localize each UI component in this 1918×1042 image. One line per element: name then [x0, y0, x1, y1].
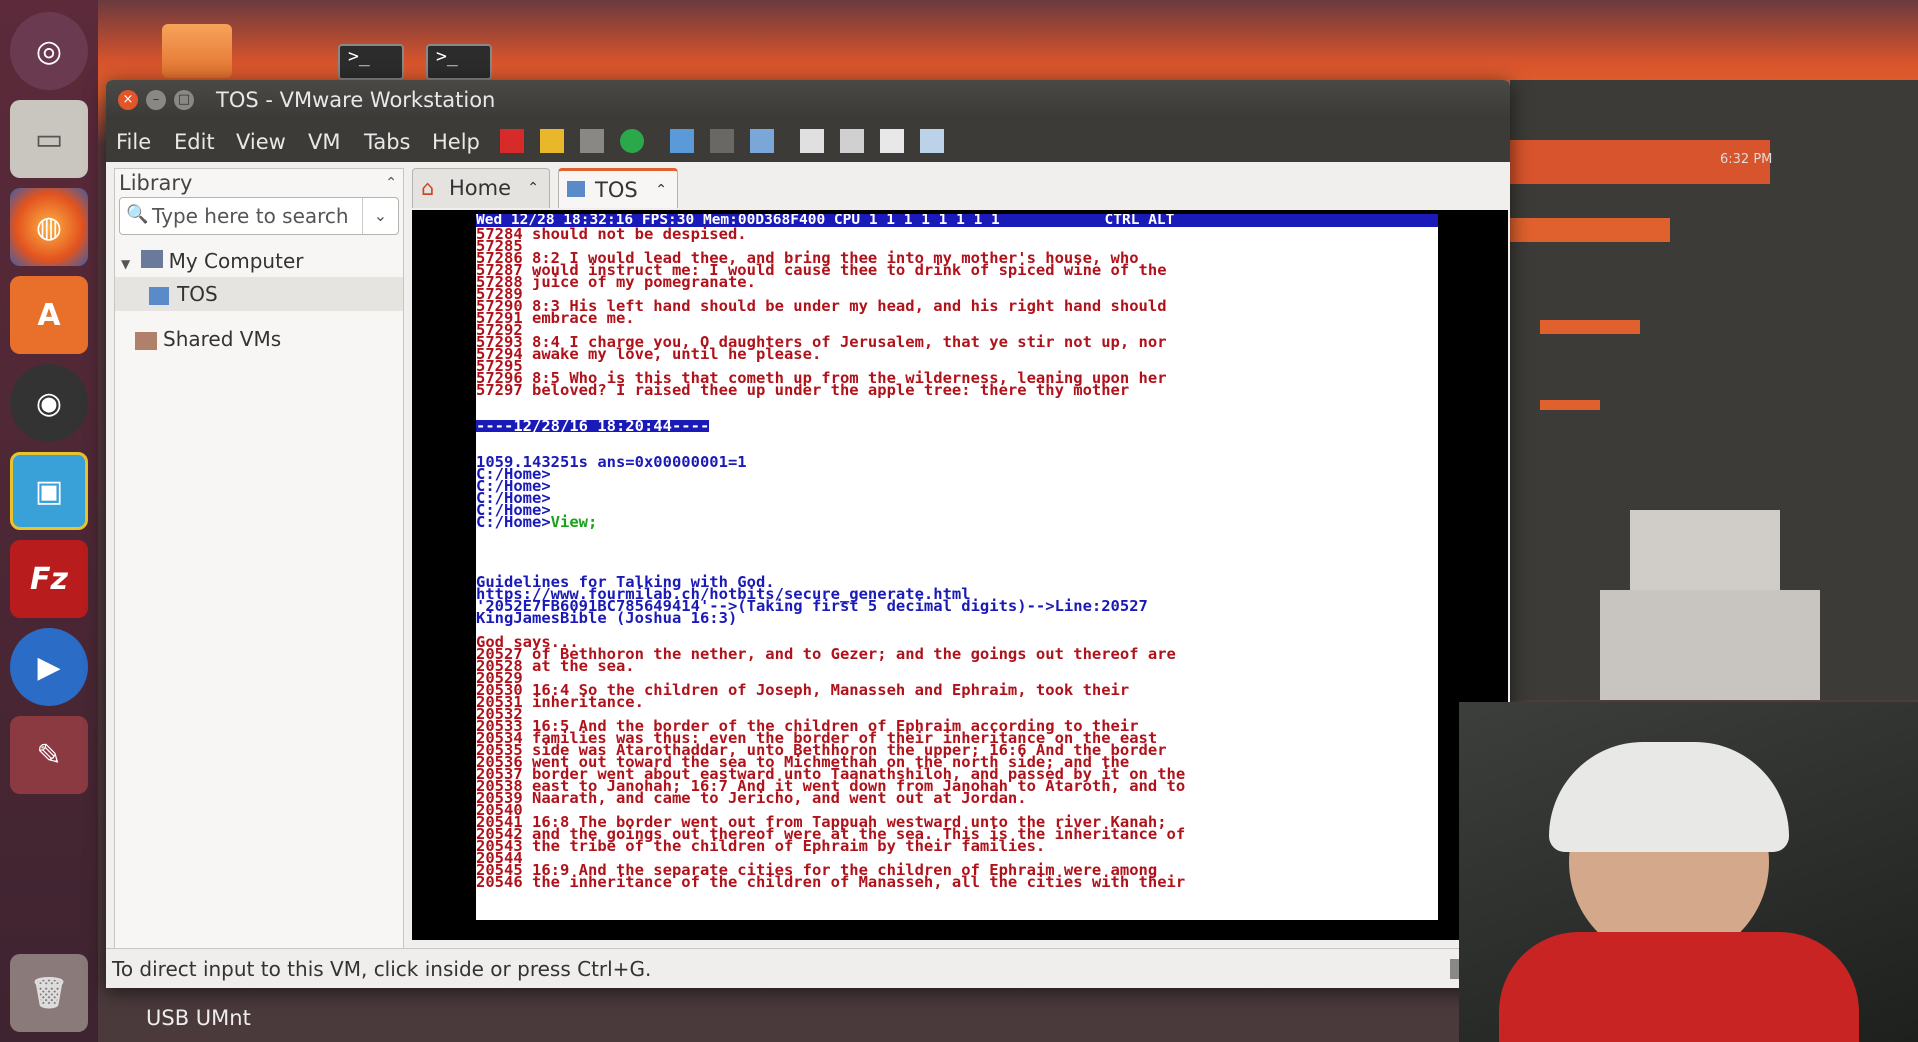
console-prompt: C:/Home>: [476, 513, 551, 531]
window-title: TOS - VMware Workstation: [216, 88, 496, 112]
desktop-label[interactable]: USB UMnt: [146, 1006, 251, 1030]
launcher: ◎ ▭ ◍ A ◉ ▣ Fz ▶ ✎ 🗑: [0, 0, 98, 1042]
console-guide-line: KingJamesBible (Joshua 16:3): [476, 609, 738, 627]
terminal-icon[interactable]: >_: [338, 44, 404, 80]
menu-view[interactable]: View: [236, 130, 286, 154]
chevron-down-icon[interactable]: ⌄: [362, 198, 398, 234]
tree-item-my-computer[interactable]: ▼ My Computer: [121, 249, 303, 273]
library-close-icon[interactable]: ⌃: [385, 175, 397, 191]
firefox-icon[interactable]: ◍: [10, 188, 88, 266]
webcam-feed: [1459, 702, 1918, 1042]
close-icon[interactable]: ×: [118, 90, 138, 110]
trash-icon[interactable]: 🗑: [10, 954, 88, 1032]
console-command: View;: [550, 513, 598, 531]
menu-tabs[interactable]: Tabs: [364, 130, 411, 154]
obs-icon[interactable]: ◉: [10, 364, 88, 442]
console-verse-line: 20546 the inheritance of the children of…: [476, 873, 1186, 891]
console-verse-line: 20543 the tribe of the children of Ephra…: [476, 837, 1046, 855]
terminal-icon[interactable]: >_: [426, 44, 492, 80]
vmware-icon[interactable]: ▣: [10, 452, 88, 530]
console-line: 57294 awake my love, until he please.: [476, 345, 822, 363]
guest-display[interactable]: Wed 12/28 18:32:16 FPS:30 Mem:00D368F400…: [412, 130, 1438, 920]
media-player-icon[interactable]: ▶: [10, 628, 88, 706]
library-search-input[interactable]: 🔍 Type here to search ⌄: [119, 197, 399, 235]
computer-icon: [140, 250, 163, 268]
menu-file[interactable]: File: [116, 130, 151, 154]
filezilla-icon[interactable]: Fz: [10, 540, 88, 618]
search-placeholder: Type here to search: [152, 204, 349, 228]
menu-edit[interactable]: Edit: [174, 130, 215, 154]
menu-vm[interactable]: VM: [308, 130, 340, 154]
expander-icon[interactable]: ▼: [121, 257, 130, 271]
minimize-icon[interactable]: –: [146, 90, 166, 110]
guest-console[interactable]: Wed 12/28 18:32:16 FPS:30 Mem:00D368F400…: [476, 214, 1438, 920]
text-editor-icon[interactable]: ✎: [10, 716, 88, 794]
console-separator: ----12/28/16 18:20:44----: [476, 417, 710, 435]
maximize-icon[interactable]: □: [174, 90, 194, 110]
titlebar[interactable]: × – □ TOS - VMware Workstation: [106, 80, 1510, 120]
status-bar: To direct input to this VM, click inside…: [106, 948, 1510, 988]
console-command-line: C:/Home>View;: [476, 513, 598, 531]
console-verse-line: 20539 Naarath, and came to Jericho, and …: [476, 789, 1027, 807]
console-line: 57297 beloved? I raised thee up under th…: [476, 381, 1130, 399]
search-icon: 🔍: [126, 204, 149, 225]
folder-icon[interactable]: [162, 24, 232, 78]
library-panel: Library ⌃ 🔍 Type here to search ⌄ ▼ My C…: [114, 168, 404, 966]
vm-icon: [149, 286, 169, 305]
tree-item-tos[interactable]: TOS: [115, 277, 403, 311]
ubuntu-icon[interactable]: ◎: [10, 12, 88, 90]
files-icon[interactable]: ▭: [10, 100, 88, 178]
shared-vms-icon: [135, 331, 157, 350]
tree-item-shared-vms[interactable]: Shared VMs: [135, 327, 281, 351]
status-text: To direct input to this VM, click inside…: [112, 957, 652, 981]
mirror-display: 6:32 PM: [1510, 80, 1918, 700]
panel-clock: 6:32 PM: [1720, 152, 1773, 167]
library-title: Library: [119, 171, 193, 195]
software-center-icon[interactable]: A: [10, 276, 88, 354]
